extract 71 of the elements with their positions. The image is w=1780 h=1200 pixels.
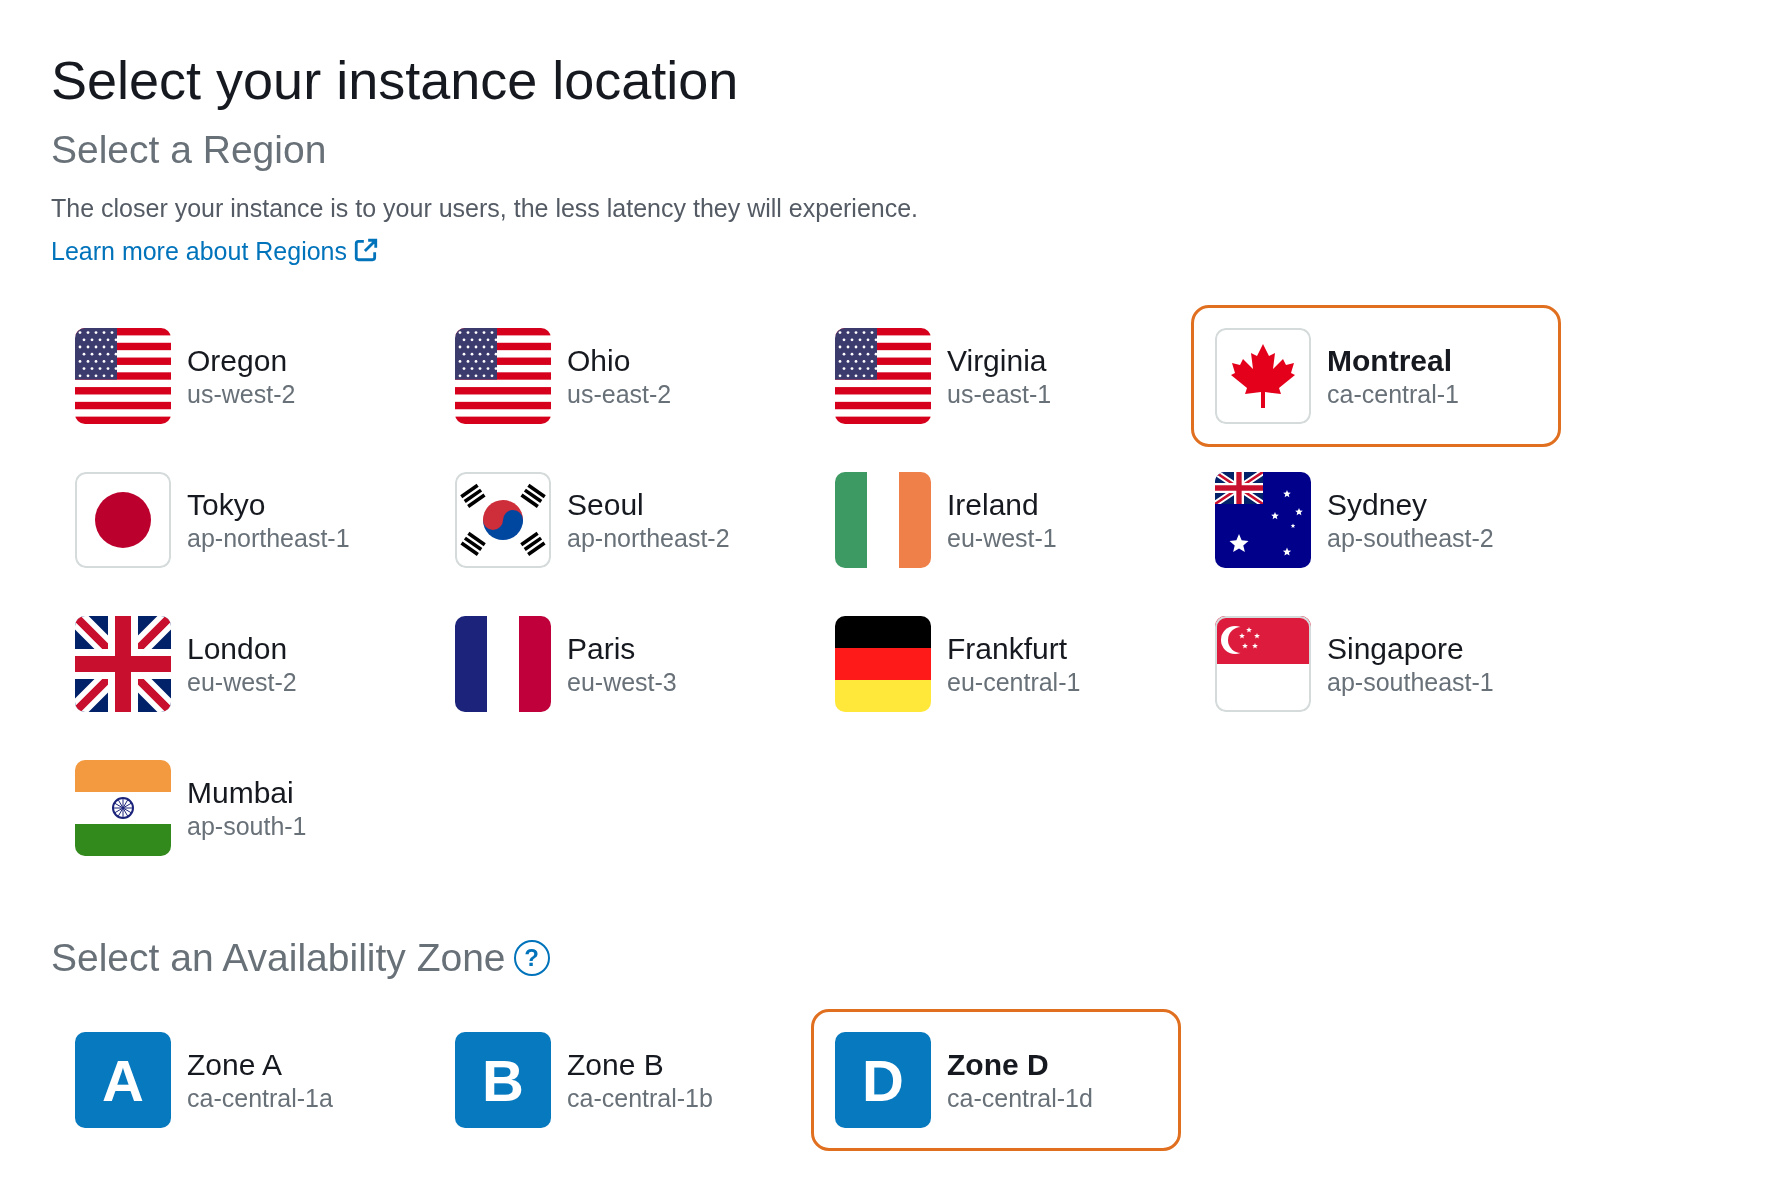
flag-icon [835,327,931,424]
option-code: ca-central-1d [947,1083,1093,1114]
region-option[interactable]: Singapore ap-southeast-1 [1191,592,1561,735]
region-option[interactable]: Virginia us-east-1 [811,304,1181,447]
flag-icon [75,471,171,568]
option-code: ap-northeast-2 [567,522,730,553]
option-code: ap-northeast-1 [187,522,350,553]
option-code: us-east-1 [947,378,1052,409]
flag-icon [75,759,171,856]
option-code: ap-southeast-2 [1327,522,1494,553]
option-code: us-east-2 [567,378,672,409]
external-link-icon [353,237,380,264]
option-name: Montreal [1327,342,1453,379]
region-option[interactable]: Seoul ap-northeast-2 [431,448,801,591]
option-name: Seoul [567,486,645,523]
option-name: Tokyo [187,486,267,523]
option-name: Virginia [947,342,1048,379]
option-name: Singapore [1327,630,1465,667]
flag-icon [835,471,931,568]
region-option[interactable]: London eu-west-2 [51,592,421,735]
flag-icon [1215,327,1311,424]
flag-icon [75,615,171,712]
option-code: ca-central-1b [567,1083,713,1114]
option-name: London [187,630,289,667]
option-code: ap-south-1 [187,810,307,841]
option-code: ap-southeast-1 [1327,666,1494,697]
option-name: Zone B [567,1047,665,1084]
region-option[interactable]: Paris eu-west-3 [431,592,801,735]
option-code: us-west-2 [187,378,296,409]
zone-option[interactable]: B Zone B ca-central-1b [431,1009,801,1152]
page-title: Select your instance location [51,49,740,112]
flag-icon [455,471,551,568]
option-code: eu-west-3 [567,666,677,697]
option-code: ca-central-1 [1327,378,1459,409]
zone-option[interactable]: D Zone D ca-central-1d [811,1009,1181,1152]
flag-icon [75,327,171,424]
option-name: Zone A [187,1047,284,1084]
section-heading: Select an Availability Zone [51,934,506,981]
help-icon[interactable]: ? [513,940,550,976]
option-name: Sydney [1327,486,1429,523]
option-name: Zone D [947,1047,1050,1084]
flag-icon [835,615,931,712]
region-option[interactable]: Mumbai ap-south-1 [51,736,421,879]
learn-more-link[interactable]: Learn more about Regions [51,237,380,266]
zone-option[interactable]: A Zone A ca-central-1a [51,1009,421,1152]
option-name: Paris [567,630,637,667]
region-option[interactable]: Montreal ca-central-1 [1191,304,1561,447]
zone-letter: D [835,1032,931,1129]
option-name: Ireland [947,486,1040,523]
region-option[interactable]: Tokyo ap-northeast-1 [51,448,421,591]
region-option[interactable]: Sydney ap-southeast-2 [1191,448,1561,591]
region-option[interactable]: Ohio us-east-2 [431,304,801,447]
option-name: Frankfurt [947,630,1069,667]
flag-icon [1215,471,1311,568]
option-code: eu-central-1 [947,666,1081,697]
option-code: ca-central-1a [187,1083,333,1114]
region-option[interactable]: Ireland eu-west-1 [811,448,1181,591]
region-option[interactable]: Oregon us-west-2 [51,304,421,447]
flag-icon [455,327,551,424]
flag-icon [1215,615,1311,712]
option-code: eu-west-2 [187,666,297,697]
zone-letter: A [75,1032,171,1129]
option-name: Mumbai [187,774,295,811]
option-name: Oregon [187,342,289,379]
section-heading: Select a Region [51,126,328,173]
flag-icon [455,615,551,712]
zone-letter: B [455,1032,551,1129]
option-code: eu-west-1 [947,522,1057,553]
description-text: The closer your instance is to your users, the less latency they will experience. [51,192,920,224]
region-option[interactable]: Frankfurt eu-central-1 [811,592,1181,735]
option-name: Ohio [567,342,632,379]
